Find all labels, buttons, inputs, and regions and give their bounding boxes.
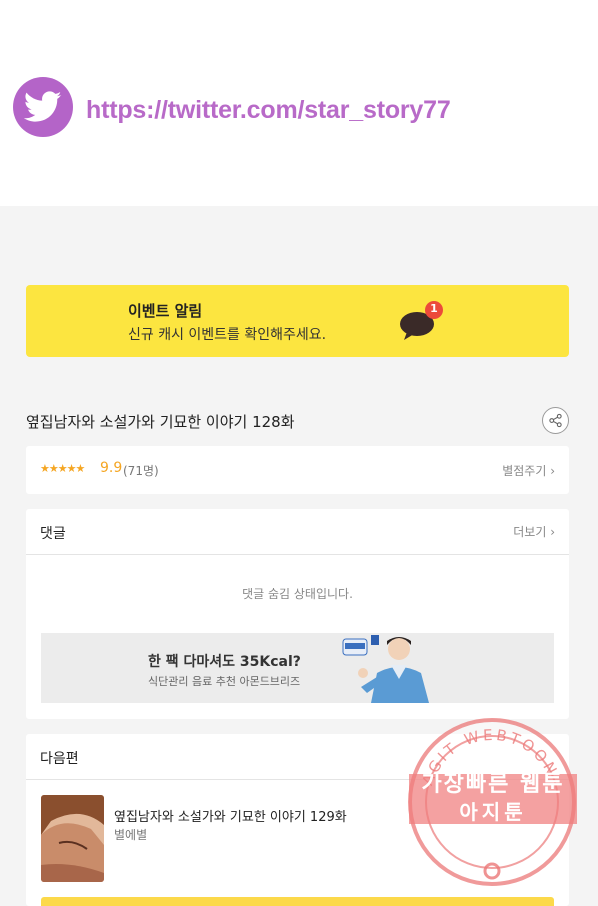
watermark-line2: 아지툰 — [459, 800, 527, 824]
star-rating-icon: ★★★★★ — [40, 462, 85, 475]
ad-person-image — [342, 635, 429, 703]
twitter-url-link[interactable]: https://twitter.com/star_story77 — [86, 96, 451, 125]
next-episode-author: 별에별 — [114, 828, 148, 842]
comments-hidden-message: 댓글 숨김 상태입니다. — [242, 587, 353, 601]
next-episode-title[interactable]: 옆집남자와 소설가와 기묘한 이야기 129화 — [114, 806, 347, 825]
rate-button[interactable]: 별점주기 › — [502, 462, 555, 479]
twitter-bird-icon[interactable] — [13, 77, 73, 137]
share-icon — [549, 413, 562, 428]
comments-more-link[interactable]: 더보기 › — [513, 523, 555, 540]
twitter-banner: https://twitter.com/star_story77 — [0, 0, 598, 206]
next-episode-thumbnail[interactable] — [41, 795, 104, 882]
rating-card: ★★★★★ 9.9 (71명) 별점주기 › — [26, 446, 569, 494]
episode-title: 옆집남자와 소설가와 기묘한 이야기 128화 — [26, 413, 295, 431]
event-title: 이벤트 알림 — [128, 302, 203, 320]
rating-count: (71명) — [123, 464, 159, 478]
notification-badge: 1 — [430, 302, 438, 315]
next-episode-heading: 다음편 — [40, 751, 79, 767]
comments-heading: 댓글 — [40, 526, 66, 542]
next-episode-button[interactable] — [41, 897, 554, 906]
rating-score: 9.9 — [100, 460, 123, 476]
ad-subtitle: 식단관리 음료 추천 아몬드브리즈 — [148, 675, 301, 688]
event-notice-banner[interactable]: 이벤트 알림 신규 캐시 이벤트를 확인해주세요. 1 — [26, 285, 569, 357]
comments-header: 댓글 더보기 › — [26, 509, 569, 555]
comments-card: 댓글 더보기 › 댓글 숨김 상태입니다. 한 팩 다마셔도 35Kcal? 식… — [26, 509, 569, 719]
ad-banner[interactable]: 한 팩 다마셔도 35Kcal? 식단관리 음료 추천 아몬드브리즈 — [41, 633, 554, 703]
ad-title: 한 팩 다마셔도 35Kcal? — [148, 654, 301, 670]
share-button[interactable] — [542, 407, 569, 434]
event-subtitle: 신규 캐시 이벤트를 확인해주세요. — [128, 327, 327, 343]
watermark-line1: 가장빠른 웹툰 — [421, 772, 565, 797]
